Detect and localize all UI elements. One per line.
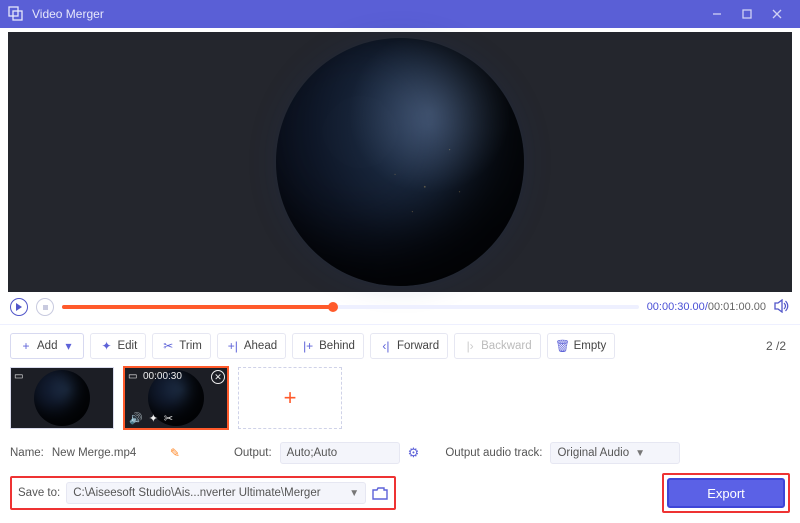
timeline-progress xyxy=(62,305,333,309)
add-button[interactable]: + Add ▾ xyxy=(10,333,84,359)
backward-button: |› Backward xyxy=(454,333,541,359)
wand-icon: ✦ xyxy=(99,339,113,353)
saveto-label: Save to: xyxy=(18,487,60,499)
chevron-down-icon: ▾ xyxy=(61,339,75,353)
time-current: 00:00:30.00 xyxy=(647,301,705,313)
maximize-button[interactable] xyxy=(732,0,762,28)
trim-label: Trim xyxy=(179,340,202,352)
empty-button[interactable]: 🗑 Empty xyxy=(547,333,616,359)
backward-icon: |› xyxy=(463,339,477,353)
save-path-value: C:\Aiseesoft Studio\Ais...nverter Ultima… xyxy=(73,487,320,499)
ahead-label: Ahead xyxy=(244,340,277,352)
volume-icon[interactable]: 🔊 xyxy=(129,412,143,425)
scissors-icon: ✂ xyxy=(161,339,175,353)
settings-icon[interactable]: ⚙ xyxy=(408,445,420,461)
save-path-dropdown[interactable]: C:\Aiseesoft Studio\Ais...nverter Ultima… xyxy=(66,482,366,504)
trim-button[interactable]: ✂ Trim xyxy=(152,333,211,359)
chevron-down-icon: ▼ xyxy=(635,448,645,459)
clip-thumbnail-selected[interactable]: ▭ 00:00:30 ✕ 🔊 ✦ ✂ xyxy=(124,367,228,429)
output-format-dropdown[interactable]: Auto;Auto xyxy=(280,442,400,464)
preview-area xyxy=(0,28,800,292)
empty-label: Empty xyxy=(574,340,607,352)
output-form: Name: ✎ Output: Auto;Auto ⚙ Output audio… xyxy=(0,439,800,471)
ahead-button[interactable]: +| Ahead xyxy=(217,333,286,359)
trash-icon: 🗑 xyxy=(556,339,570,353)
stop-button[interactable] xyxy=(36,298,54,316)
plus-icon: + xyxy=(19,339,33,353)
timeline-knob[interactable] xyxy=(328,302,338,312)
open-folder-icon[interactable] xyxy=(372,487,388,500)
add-clip-slot[interactable]: + xyxy=(238,367,342,429)
audio-value: Original Audio xyxy=(557,447,629,459)
clip-thumbnail[interactable]: ▭ xyxy=(10,367,114,429)
time-display: 00:00:30.00/00:01:00.00 xyxy=(647,301,766,313)
name-input[interactable] xyxy=(52,447,162,459)
add-label: Add xyxy=(37,340,57,352)
behind-icon: |+ xyxy=(301,339,315,353)
output-label: Output: xyxy=(234,447,272,459)
clip-toolbar: + Add ▾ ✦ Edit ✂ Trim +| Ahead |+ Behind ‹| For… xyxy=(0,324,800,367)
clip-tools: 🔊 ✦ ✂ xyxy=(129,412,173,425)
film-icon: ▭ xyxy=(14,371,23,382)
plus-icon: + xyxy=(284,385,297,411)
edit-name-icon[interactable]: ✎ xyxy=(170,446,180,460)
export-highlight: Export xyxy=(662,473,790,513)
time-total: 00:01:00.00 xyxy=(708,301,766,313)
behind-button[interactable]: |+ Behind xyxy=(292,333,364,359)
edit-button[interactable]: ✦ Edit xyxy=(90,333,146,359)
output-value: Auto;Auto xyxy=(287,447,338,459)
bottom-bar: Save to: C:\Aiseesoft Studio\Ais...nvert… xyxy=(0,471,800,523)
audio-track-dropdown[interactable]: Original Audio ▼ xyxy=(550,442,680,464)
volume-icon[interactable] xyxy=(774,299,790,315)
minimize-button[interactable] xyxy=(702,0,732,28)
video-preview xyxy=(8,32,792,292)
video-content xyxy=(276,38,524,286)
scissors-icon[interactable]: ✂ xyxy=(164,412,173,425)
remove-clip-icon[interactable]: ✕ xyxy=(211,370,225,384)
forward-icon: ‹| xyxy=(379,339,393,353)
clip-image xyxy=(34,370,90,426)
export-button[interactable]: Export xyxy=(667,478,785,508)
forward-button[interactable]: ‹| Forward xyxy=(370,333,448,359)
playback-controls: 00:00:30.00/00:01:00.00 xyxy=(0,292,800,324)
forward-label: Forward xyxy=(397,340,439,352)
app-logo-icon xyxy=(8,6,24,22)
name-label: Name: xyxy=(10,447,44,459)
play-button[interactable] xyxy=(10,298,28,316)
close-button[interactable] xyxy=(762,0,792,28)
ahead-icon: +| xyxy=(226,339,240,353)
edit-label: Edit xyxy=(117,340,137,352)
clip-duration: 00:00:30 xyxy=(143,371,182,382)
film-icon: ▭ xyxy=(128,371,137,382)
backward-label: Backward xyxy=(481,340,532,352)
chevron-down-icon: ▼ xyxy=(349,488,359,499)
behind-label: Behind xyxy=(319,340,355,352)
titlebar: Video Merger xyxy=(0,0,800,28)
export-label: Export xyxy=(707,486,745,501)
clip-counter: 2 /2 xyxy=(766,339,790,353)
audio-track-label: Output audio track: xyxy=(445,447,542,459)
clip-strip: ▭ ▭ 00:00:30 ✕ 🔊 ✦ ✂ + xyxy=(0,367,800,439)
timeline-slider[interactable] xyxy=(62,305,639,309)
wand-icon[interactable]: ✦ xyxy=(149,412,158,425)
app-title: Video Merger xyxy=(32,7,702,21)
save-to-group: Save to: C:\Aiseesoft Studio\Ais...nvert… xyxy=(10,476,396,510)
